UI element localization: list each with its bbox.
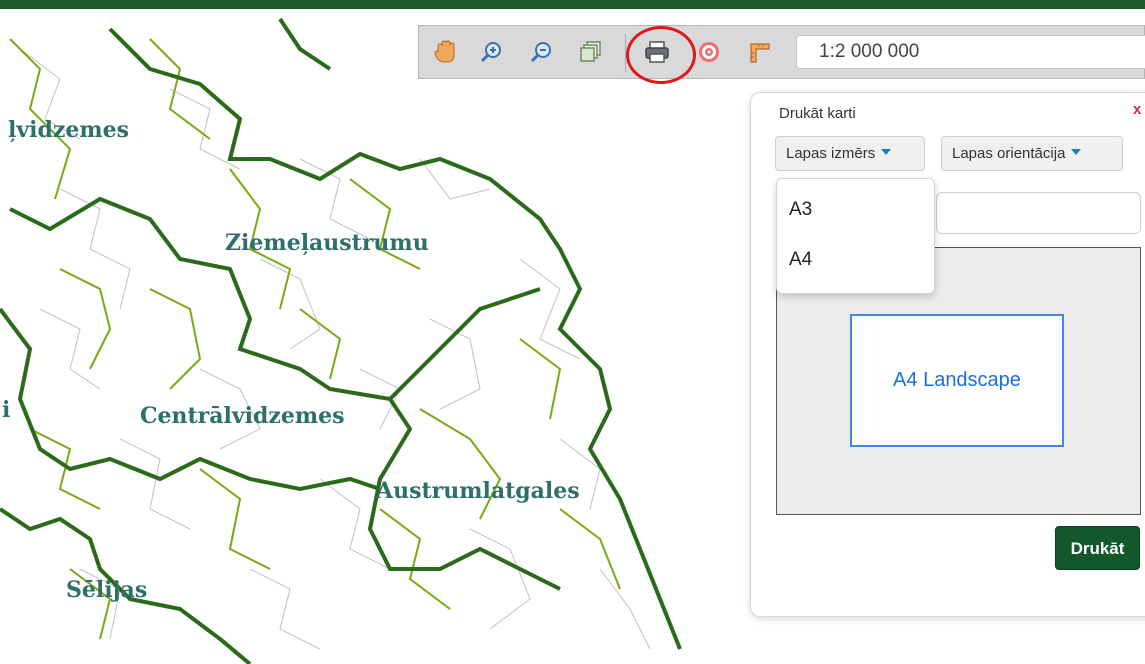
orientation-label: Lapas orientācija xyxy=(952,145,1066,162)
page-size-label: Lapas izmērs xyxy=(786,145,876,162)
print-highlight-circle xyxy=(626,26,696,84)
menu-item-a3[interactable]: A3 xyxy=(789,199,812,221)
region-label-vidzemes: ļvidzemes xyxy=(8,117,129,143)
scale-input[interactable]: 1:2 000 000 xyxy=(796,35,1145,69)
region-label-selijas: Sēlijas xyxy=(66,577,147,603)
measure-icon[interactable] xyxy=(745,38,773,66)
close-icon[interactable]: x xyxy=(1133,101,1141,118)
panel-title: Drukāt karti xyxy=(779,105,856,122)
pan-hand-icon[interactable] xyxy=(431,38,459,66)
page-size-menu: A3 A4 xyxy=(776,178,935,294)
page-size-dropdown[interactable]: Lapas izmērs xyxy=(775,136,925,171)
region-label-ziemelaustrumu: Ziemeļaustrumu xyxy=(225,230,429,256)
orientation-dropdown[interactable]: Lapas orientācija xyxy=(941,136,1123,171)
zoom-in-icon[interactable] xyxy=(477,38,505,66)
region-label-fragment: i xyxy=(2,397,10,423)
title-input[interactable] xyxy=(936,192,1141,234)
zoom-out-icon[interactable] xyxy=(527,38,555,66)
menu-item-a4[interactable]: A4 xyxy=(789,249,812,271)
layers-icon[interactable] xyxy=(577,38,605,66)
map-toolbar: 1:2 000 000 xyxy=(418,25,1145,79)
chevron-down-icon xyxy=(1071,149,1082,156)
chevron-down-icon xyxy=(881,149,892,156)
target-icon[interactable] xyxy=(695,38,723,66)
print-panel: Drukāt karti x Lapas izmērs Lapas orient… xyxy=(750,92,1145,617)
top-bar xyxy=(0,0,1145,9)
page-preview: A4 Landscape xyxy=(850,314,1064,447)
print-button[interactable]: Drukāt xyxy=(1055,526,1140,570)
region-label-austrumlatgales: Austrumlatgales xyxy=(375,478,580,504)
region-label-centralvidzemes: Centrālvidzemes xyxy=(140,403,345,429)
